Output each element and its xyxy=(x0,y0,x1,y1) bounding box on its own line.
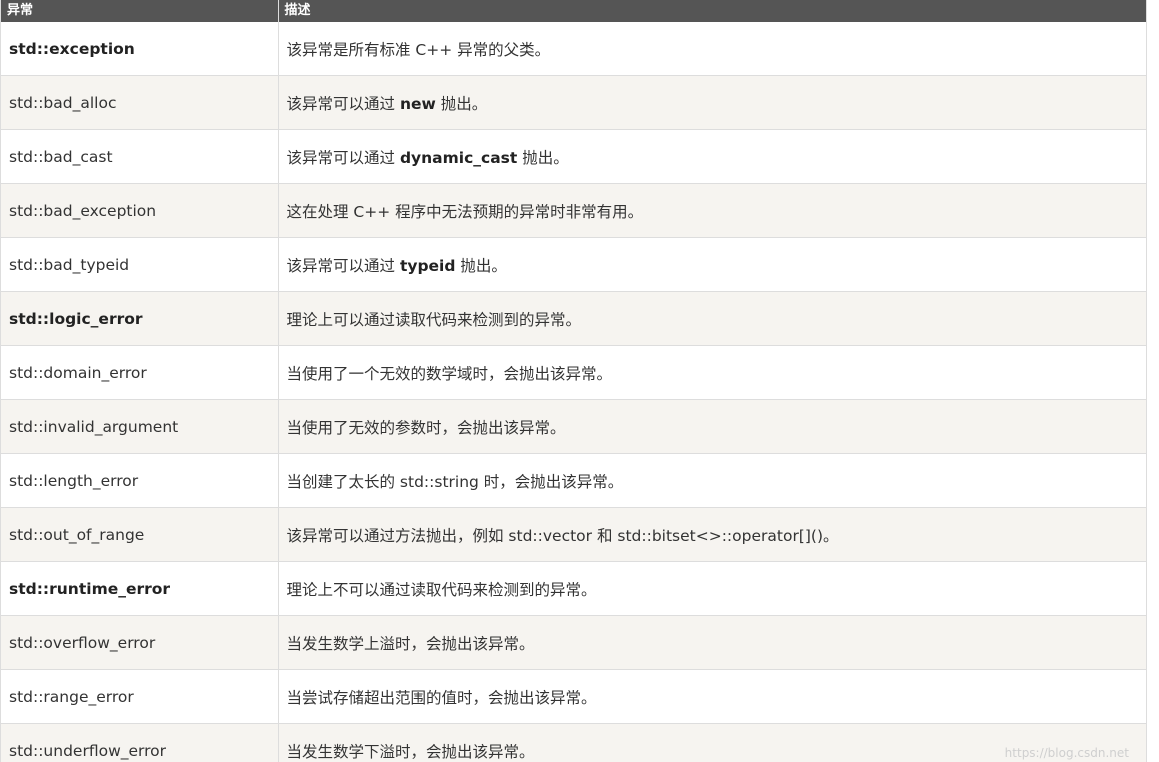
description-text: 当使用了一个无效的数学域时，会抛出该异常。 xyxy=(286,364,613,383)
exception-name: std::range_error xyxy=(1,669,279,724)
table-row: std::underflow_error 当发生数学下溢时，会抛出该异常。 xyxy=(1,723,1146,762)
exception-description: 该异常是所有标准 C++ 异常的父类。 xyxy=(278,22,1146,76)
exception-name: std::bad_cast xyxy=(1,129,279,184)
description-text: 当发生数学上溢时，会抛出该异常。 xyxy=(286,634,535,653)
keyword-text: typeid xyxy=(399,256,456,275)
exception-name: std::bad_alloc xyxy=(1,75,279,130)
table-row: std::invalid_argument 当使用了无效的参数时，会抛出该异常。 xyxy=(1,399,1146,454)
table-row: std::out_of_range 该异常可以通过方法抛出，例如 std::vec… xyxy=(1,507,1146,562)
table-row: std::range_error 当尝试存储超出范围的值时，会抛出该异常。 xyxy=(1,669,1146,724)
keyword-text: new xyxy=(399,94,436,113)
description-text: 该异常可以通过 xyxy=(286,148,400,167)
column-header-description: 描述 xyxy=(278,0,1146,22)
description-text: 当发生数学下溢时，会抛出该异常。 xyxy=(286,742,535,761)
exception-name: std::bad_exception xyxy=(1,183,279,238)
exception-description: 当发生数学上溢时，会抛出该异常。 xyxy=(278,615,1146,670)
description-text: 当尝试存储超出范围的值时，会抛出该异常。 xyxy=(286,688,597,707)
description-text: 当使用了无效的参数时，会抛出该异常。 xyxy=(286,418,566,437)
table-row: std::length_error 当创建了太长的 std::string 时，会… xyxy=(1,453,1146,508)
table-row: std::domain_error 当使用了一个无效的数学域时，会抛出该异常。 xyxy=(1,345,1146,400)
table-row: std::bad_cast 该异常可以通过 dynamic_cast 抛出。 xyxy=(1,129,1146,184)
description-text: 抛出。 xyxy=(435,94,488,113)
description-text: 这在处理 C++ 程序中无法预期的异常时非常有用。 xyxy=(286,202,644,221)
exception-table-container: 异常 描述 std::exception 该异常是所有标准 C++ 异常的父类。 s… xyxy=(0,0,1147,762)
exception-name: std::bad_typeid xyxy=(1,237,279,292)
exception-description: 这在处理 C++ 程序中无法预期的异常时非常有用。 xyxy=(278,183,1146,238)
exception-name: std::overflow_error xyxy=(1,615,279,670)
exception-name: std::runtime_error xyxy=(1,561,279,616)
exception-description: 理论上可以通过读取代码来检测到的异常。 xyxy=(278,291,1146,346)
exception-name: std::invalid_argument xyxy=(1,399,279,454)
description-text: 当创建了太长的 std::string 时，会抛出该异常。 xyxy=(286,472,624,491)
table-row: std::exception 该异常是所有标准 C++ 异常的父类。 xyxy=(1,22,1146,76)
table-row: std::bad_typeid 该异常可以通过 typeid 抛出。 xyxy=(1,237,1146,292)
exception-description: 当创建了太长的 std::string 时，会抛出该异常。 xyxy=(278,453,1146,508)
table-row: std::bad_alloc 该异常可以通过 new 抛出。 xyxy=(1,75,1146,130)
exception-name: std::length_error xyxy=(1,453,279,508)
description-text: 该异常是所有标准 C++ 异常的父类。 xyxy=(286,40,551,59)
exception-name: std::out_of_range xyxy=(1,507,279,562)
table-header: 异常 描述 xyxy=(1,0,1146,22)
table-row: std::bad_exception 这在处理 C++ 程序中无法预期的异常时非常… xyxy=(1,183,1146,238)
exception-description: 当使用了无效的参数时，会抛出该异常。 xyxy=(278,399,1146,454)
exception-name: std::underflow_error xyxy=(1,723,279,762)
description-text: 抛出。 xyxy=(517,148,569,167)
description-text: 抛出。 xyxy=(455,256,507,275)
watermark: https://blog.csdn.net xyxy=(1004,746,1129,760)
exception-name: std::exception xyxy=(1,22,279,76)
header-row: 异常 描述 xyxy=(1,0,1146,22)
exception-description: 该异常可以通过 dynamic_cast 抛出。 xyxy=(278,129,1146,184)
table-body: std::exception 该异常是所有标准 C++ 异常的父类。std::ba… xyxy=(1,22,1146,762)
exception-description: 理论上不可以通过读取代码来检测到的异常。 xyxy=(278,561,1146,616)
keyword-text: dynamic_cast xyxy=(399,148,518,167)
exception-description: 该异常可以通过 new 抛出。 xyxy=(278,75,1146,130)
exception-description: 当尝试存储超出范围的值时，会抛出该异常。 xyxy=(278,669,1146,724)
column-header-exception: 异常 xyxy=(1,0,279,22)
exception-description: 当使用了一个无效的数学域时，会抛出该异常。 xyxy=(278,345,1146,400)
table-row: std::logic_error 理论上可以通过读取代码来检测到的异常。 xyxy=(1,291,1146,346)
description-text: 该异常可以通过 xyxy=(286,256,400,275)
description-text: 理论上不可以通过读取代码来检测到的异常。 xyxy=(286,580,597,599)
exception-description: 该异常可以通过 typeid 抛出。 xyxy=(278,237,1146,292)
table-row: std::overflow_error 当发生数学上溢时，会抛出该异常。 xyxy=(1,615,1146,670)
description-text: 理论上可以通过读取代码来检测到的异常。 xyxy=(286,310,582,329)
table-row: std::runtime_error 理论上不可以通过读取代码来检测到的异常。 xyxy=(1,561,1146,616)
description-text: 该异常可以通过 xyxy=(286,94,400,113)
exception-description: 该异常可以通过方法抛出，例如 std::vector 和 std::bitset… xyxy=(278,507,1146,562)
description-text: 该异常可以通过方法抛出，例如 std::vector 和 std::bitset… xyxy=(286,526,839,545)
exception-name: std::domain_error xyxy=(1,345,279,400)
exception-name: std::logic_error xyxy=(1,291,279,346)
exception-table: 异常 描述 std::exception 该异常是所有标准 C++ 异常的父类。 s… xyxy=(1,0,1146,762)
